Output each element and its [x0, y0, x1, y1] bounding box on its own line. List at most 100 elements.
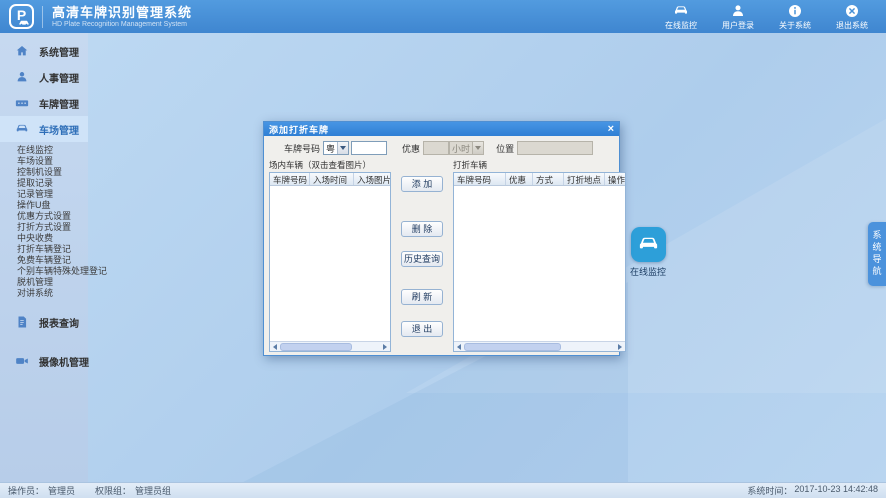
- exit-button[interactable]: 退 出: [401, 321, 443, 337]
- add-button[interactable]: 添 加: [401, 176, 443, 192]
- sidebar-item-label: 人事管理: [39, 70, 79, 85]
- sidebar-item-parking-mgmt[interactable]: 车场管理: [0, 116, 88, 142]
- sidebar-item-plate-mgmt[interactable]: 车牌管理: [0, 90, 88, 116]
- scroll-right-icon[interactable]: [615, 342, 625, 351]
- sidebar-item-personnel-mgmt[interactable]: 人事管理: [0, 64, 88, 90]
- submenu-item[interactable]: 在线监控: [17, 145, 88, 156]
- chevron-down-icon[interactable]: [337, 142, 348, 154]
- dialog-close-icon[interactable]: ×: [608, 124, 614, 134]
- about-system-action[interactable]: 关于系统: [771, 3, 819, 31]
- car-icon: [673, 3, 689, 19]
- submenu-item[interactable]: 控制机设置: [17, 167, 88, 178]
- submenu-item[interactable]: 中央收费: [17, 233, 88, 244]
- province-select[interactable]: 粤: [323, 141, 349, 155]
- table-header-row: 车牌号码 入场时间 入场图片: [270, 173, 390, 186]
- refresh-button[interactable]: 刷 新: [401, 289, 443, 305]
- app-logo: P: [9, 4, 34, 29]
- column-header[interactable]: 入场图片: [354, 173, 390, 185]
- position-label: 位置: [496, 142, 514, 155]
- column-header[interactable]: 打折地点: [564, 173, 605, 185]
- scroll-right-icon[interactable]: [380, 342, 390, 351]
- discount-unit-select: 小时: [449, 141, 484, 155]
- dialog-title: 添加打折车牌: [269, 123, 329, 136]
- sidebar-item-label: 摄像机管理: [39, 354, 89, 369]
- system-nav-tab[interactable]: 系统导航: [868, 222, 886, 286]
- scrollbar-track[interactable]: [280, 343, 380, 351]
- province-value: 粤: [324, 142, 337, 155]
- discount-vehicles-caption: 打折车辆: [453, 160, 626, 172]
- user-icon: [730, 3, 746, 19]
- shortcut-tile: [631, 227, 666, 262]
- submenu-item[interactable]: 操作U盘: [17, 200, 88, 211]
- submenu-item[interactable]: 打折方式设置: [17, 222, 88, 233]
- camera-icon: [15, 354, 29, 368]
- delete-button[interactable]: 删 除: [401, 221, 443, 237]
- status-left: 操作员： 管理员 权限组： 管理员组: [0, 484, 171, 497]
- sidebar-item-report-query[interactable]: 报表查询: [0, 309, 88, 335]
- plate-number-input[interactable]: [351, 141, 387, 155]
- position-input: [517, 141, 593, 155]
- scrollbar-thumb[interactable]: [464, 343, 561, 351]
- parking-submenu: 在线监控 车场设置 控制机设置 提取记录 记录管理 操作U盘 优惠方式设置 打折…: [0, 142, 88, 301]
- sidebar-item-label: 车场管理: [39, 122, 79, 137]
- submenu-item[interactable]: 免费车辆登记: [17, 255, 88, 266]
- submenu-item[interactable]: 打折车辆登记: [17, 244, 88, 255]
- system-time-label: 系统时间：: [747, 484, 792, 497]
- discount-vehicles-pane: 打折车辆 车牌号码 优惠 方式 打折地点 操作: [453, 160, 626, 352]
- status-right: 系统时间： 2017-10-23 14:42:48: [747, 484, 886, 497]
- discount-unit-value: 小时: [450, 142, 472, 155]
- info-icon: [787, 3, 803, 19]
- action-label: 用户登录: [722, 20, 754, 31]
- scroll-left-icon[interactable]: [270, 342, 280, 351]
- scroll-left-icon[interactable]: [454, 342, 464, 351]
- horizontal-scrollbar[interactable]: [454, 341, 625, 351]
- sidebar: 系统管理 人事管理 车牌管理 车场管理 在线监控 车场设置 控制机设置 提取记录…: [0, 33, 88, 482]
- plate-icon: [15, 96, 29, 110]
- online-monitor-action[interactable]: 在线监控: [657, 3, 705, 31]
- submenu-item[interactable]: 车场设置: [17, 156, 88, 167]
- report-icon: [15, 315, 29, 329]
- car-icon: [15, 122, 29, 136]
- title-block: 高清车牌识别管理系统 HD Plate Recognition Manageme…: [52, 5, 192, 29]
- action-label: 退出系统: [836, 20, 868, 31]
- horizontal-scrollbar[interactable]: [270, 341, 390, 351]
- submenu-item[interactable]: 提取记录: [17, 178, 88, 189]
- plate-number-label: 车牌号码: [284, 142, 320, 155]
- action-label: 关于系统: [779, 20, 811, 31]
- shortcut-label: 在线监控: [630, 265, 666, 278]
- submenu-item[interactable]: 记录管理: [17, 189, 88, 200]
- sidebar-item-camera-mgmt[interactable]: 摄像机管理: [0, 348, 88, 374]
- dialog-panes: 场内车辆（双击查看图片） 车牌号码 入场时间 入场图片: [264, 160, 619, 352]
- submenu-item[interactable]: 对讲系统: [17, 288, 88, 299]
- scrollbar-thumb[interactable]: [280, 343, 352, 351]
- app-subtitle: HD Plate Recognition Management System: [52, 20, 192, 29]
- action-label: 在线监控: [665, 20, 697, 31]
- column-header[interactable]: 方式: [533, 173, 564, 185]
- operator-value: 管理员: [48, 484, 75, 497]
- desktop-area: 在线监控 系统导航 添加打折车牌 × 车牌号码 粤 优惠 小时: [88, 33, 886, 482]
- header-actions: 在线监控 用户登录 关于系统 退出系统: [657, 3, 876, 31]
- table-body[interactable]: [454, 186, 625, 341]
- exit-system-action[interactable]: 退出系统: [828, 3, 876, 31]
- permission-group-label: 权限组：: [95, 484, 131, 497]
- scrollbar-track[interactable]: [464, 343, 615, 351]
- table-body[interactable]: [270, 186, 390, 341]
- column-header[interactable]: 操作: [605, 173, 625, 185]
- submenu-item[interactable]: 脱机管理: [17, 277, 88, 288]
- in-lot-vehicles-caption: 场内车辆（双击查看图片）: [269, 160, 391, 172]
- discount-vehicles-table[interactable]: 车牌号码 优惠 方式 打折地点 操作: [453, 172, 626, 352]
- user-login-action[interactable]: 用户登录: [714, 3, 762, 31]
- column-header[interactable]: 车牌号码: [454, 173, 506, 185]
- column-header[interactable]: 车牌号码: [270, 173, 310, 185]
- column-header[interactable]: 入场时间: [310, 173, 354, 185]
- column-header[interactable]: 优惠: [506, 173, 533, 185]
- header-divider: [42, 6, 43, 28]
- table-header-row: 车牌号码 优惠 方式 打折地点 操作: [454, 173, 625, 186]
- in-lot-vehicles-table[interactable]: 车牌号码 入场时间 入场图片: [269, 172, 391, 352]
- sidebar-item-system-mgmt[interactable]: 系统管理: [0, 38, 88, 64]
- submenu-item[interactable]: 个别车辆特殊处理登记: [17, 266, 88, 277]
- app-title: 高清车牌识别管理系统: [52, 5, 192, 20]
- submenu-item[interactable]: 优惠方式设置: [17, 211, 88, 222]
- sidebar-item-label: 报表查询: [39, 315, 79, 330]
- history-query-button[interactable]: 历史查询: [401, 251, 443, 267]
